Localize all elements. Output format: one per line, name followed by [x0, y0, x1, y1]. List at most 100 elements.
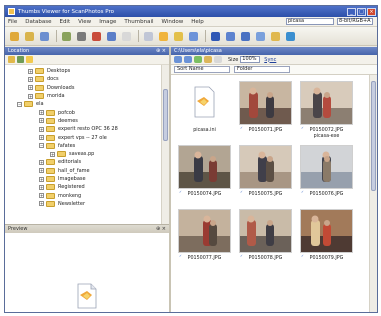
refresh-icon[interactable] — [17, 56, 24, 63]
open-button[interactable] — [8, 30, 21, 43]
expand-toggle-icon[interactable]: + — [39, 159, 44, 165]
expand-toggle-icon[interactable]: − — [39, 143, 44, 149]
folder-tree-item[interactable]: + Newsletter — [5, 200, 161, 208]
expand-toggle-icon[interactable]: + — [39, 168, 44, 174]
expand-toggle-icon[interactable]: + — [28, 76, 33, 82]
menu-database[interactable]: Database — [25, 19, 51, 25]
expand-toggle-icon[interactable]: + — [39, 201, 44, 207]
sharpen-button[interactable] — [172, 30, 185, 43]
globe-button[interactable] — [284, 30, 297, 43]
help-button[interactable] — [209, 30, 222, 43]
menu-help[interactable]: Help — [191, 19, 204, 25]
folder-tree-item[interactable]: + pofcob — [5, 108, 161, 116]
folder-button[interactable] — [23, 30, 36, 43]
rotate-button[interactable] — [187, 30, 200, 43]
resize-button[interactable] — [254, 30, 267, 43]
expand-toggle-icon[interactable]: + — [39, 184, 44, 190]
thumbnail-item[interactable]: ✓ P0150078.JPG — [238, 209, 293, 267]
size-select[interactable]: 100% — [240, 56, 261, 63]
menu-file[interactable]: File — [8, 19, 17, 25]
menu-edit[interactable]: Edit — [59, 19, 70, 25]
star-button[interactable] — [157, 30, 170, 43]
stop-icon[interactable] — [214, 56, 222, 63]
filter-select[interactable]: Folder — [234, 66, 290, 73]
maximize-button[interactable]: □ — [357, 7, 366, 16]
expand-toggle-icon[interactable]: + — [28, 68, 33, 74]
thumbnail-item[interactable]: ✓ P0150075.JPG — [238, 145, 293, 203]
forward-icon[interactable] — [184, 56, 192, 63]
folder-tree-item[interactable]: + hall_of_fame — [5, 167, 161, 175]
sort-select[interactable]: Sort Name — [174, 66, 230, 73]
expand-toggle-icon[interactable]: + — [39, 193, 44, 199]
folder-tree-item[interactable]: + docs — [5, 75, 161, 83]
search-input[interactable]: picasa — [286, 18, 334, 25]
sync-link[interactable]: Sync — [264, 57, 276, 63]
expand-toggle-icon[interactable]: + — [50, 151, 55, 157]
menu-view[interactable]: View — [78, 19, 91, 25]
thumbnail-item[interactable]: picasa.ini — [177, 81, 232, 139]
folder-tree-item[interactable]: + monkeng — [5, 191, 161, 199]
folder-tree-item[interactable]: + morida — [5, 92, 161, 100]
refresh-icon[interactable] — [204, 56, 212, 63]
thumbnail-scrollbar[interactable] — [369, 75, 377, 312]
expand-toggle-icon[interactable]: + — [39, 118, 44, 124]
print-button[interactable] — [75, 30, 88, 43]
folder-tree-scrollbar[interactable] — [161, 65, 169, 224]
expand-toggle-icon[interactable]: + — [28, 85, 33, 91]
thumbnail-caption: P0150071.JPG — [238, 128, 293, 134]
disc-button[interactable] — [38, 30, 51, 43]
folder-tree-item[interactable]: + Registered — [5, 183, 161, 191]
folder-tree-item[interactable]: + deemes — [5, 117, 161, 125]
folder-tree-item[interactable]: − fafates — [5, 142, 161, 150]
menu-window[interactable]: Window — [162, 19, 184, 25]
play-button[interactable] — [224, 30, 237, 43]
color-mode-select[interactable]: 8-bit/RGB+A — [337, 18, 373, 25]
back-icon[interactable] — [174, 56, 182, 63]
folder-icon — [46, 109, 55, 116]
scanner-button[interactable] — [60, 30, 73, 43]
thumbnail-caption: P0150077.JPG — [177, 256, 232, 262]
menu-image[interactable]: Image — [99, 19, 116, 25]
thumbnail-item[interactable]: ✓ P0150076.JPG — [299, 145, 354, 203]
scrollbar-thumb[interactable] — [163, 89, 168, 141]
expand-toggle-icon[interactable]: − — [17, 101, 22, 107]
disc-icon — [40, 31, 49, 41]
folder-tree-item[interactable]: + Imagebase — [5, 175, 161, 183]
expand-toggle-icon[interactable]: + — [39, 176, 44, 182]
scrollbar-thumb[interactable] — [371, 81, 376, 191]
favorites-icon[interactable] — [26, 56, 33, 63]
crop-button[interactable] — [105, 30, 118, 43]
email-button[interactable] — [269, 30, 282, 43]
location-panel-controls[interactable]: ⊕ × — [156, 48, 166, 54]
thumbnail-item[interactable]: ✓ P0150071.JPG — [238, 81, 293, 139]
thumbnail-item[interactable]: ✓ P0150079.JPG — [299, 209, 354, 267]
expand-toggle-icon[interactable]: + — [39, 126, 44, 132]
expand-toggle-icon[interactable]: + — [39, 135, 44, 141]
page-button[interactable] — [120, 30, 133, 43]
select-button[interactable] — [142, 30, 155, 43]
folder-tree-item[interactable]: − ela — [5, 100, 161, 108]
folder-tree-item[interactable]: + Desktops — [5, 67, 161, 75]
minimize-button[interactable]: _ — [347, 7, 356, 16]
red-eye-button[interactable] — [90, 30, 103, 43]
folder-tree-item[interactable]: + expert vps -- 27 ole — [5, 133, 161, 141]
slideshow-button[interactable] — [239, 30, 252, 43]
menu-thumbnail[interactable]: Thumbnail — [124, 19, 153, 25]
folder-tree-item[interactable]: + editorials — [5, 158, 161, 166]
file-name: P0150071.JPG — [248, 128, 283, 133]
folder-up-icon[interactable] — [8, 56, 15, 63]
up-icon[interactable] — [194, 56, 202, 63]
preview-panel-controls[interactable]: ⊕ × — [156, 226, 166, 232]
close-button[interactable]: × — [367, 7, 376, 16]
expand-toggle-icon[interactable]: + — [39, 110, 44, 116]
folder-tree-item[interactable]: + experit resto OPC 36 28 — [5, 125, 161, 133]
thumbnail-item[interactable]: ✓ P0150074.JPG — [177, 145, 232, 203]
folder-label: docs — [47, 76, 59, 83]
expand-toggle-icon[interactable]: + — [28, 93, 33, 99]
folder-label: Imagebase — [58, 176, 86, 182]
folder-tree-item[interactable]: + Downloads — [5, 84, 161, 92]
folder-tree-item[interactable]: + saveas.pp — [5, 150, 161, 158]
thumbnail-item[interactable]: ✓ P0150072.JPG picasa-exe — [299, 81, 354, 139]
main-toolbar — [5, 27, 377, 46]
thumbnail-item[interactable]: ✓ P0150077.JPG — [177, 209, 232, 267]
